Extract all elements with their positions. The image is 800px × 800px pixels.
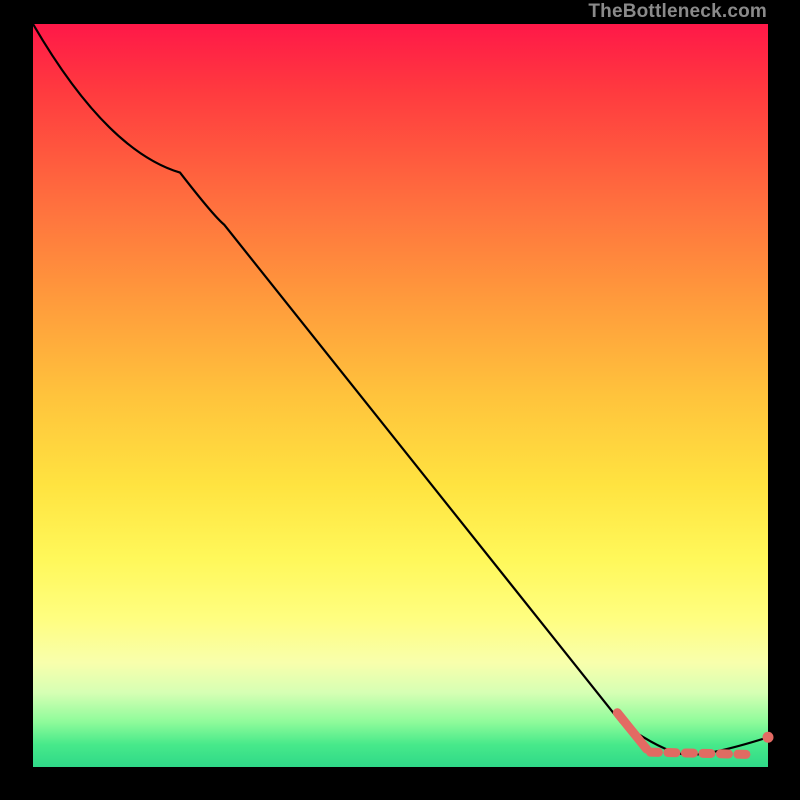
chart-plot xyxy=(33,24,768,767)
highlight-slope-segment xyxy=(617,713,646,749)
main-curve xyxy=(33,24,768,755)
end-marker-dot xyxy=(763,732,774,743)
attribution-label: TheBottleneck.com xyxy=(588,0,767,24)
